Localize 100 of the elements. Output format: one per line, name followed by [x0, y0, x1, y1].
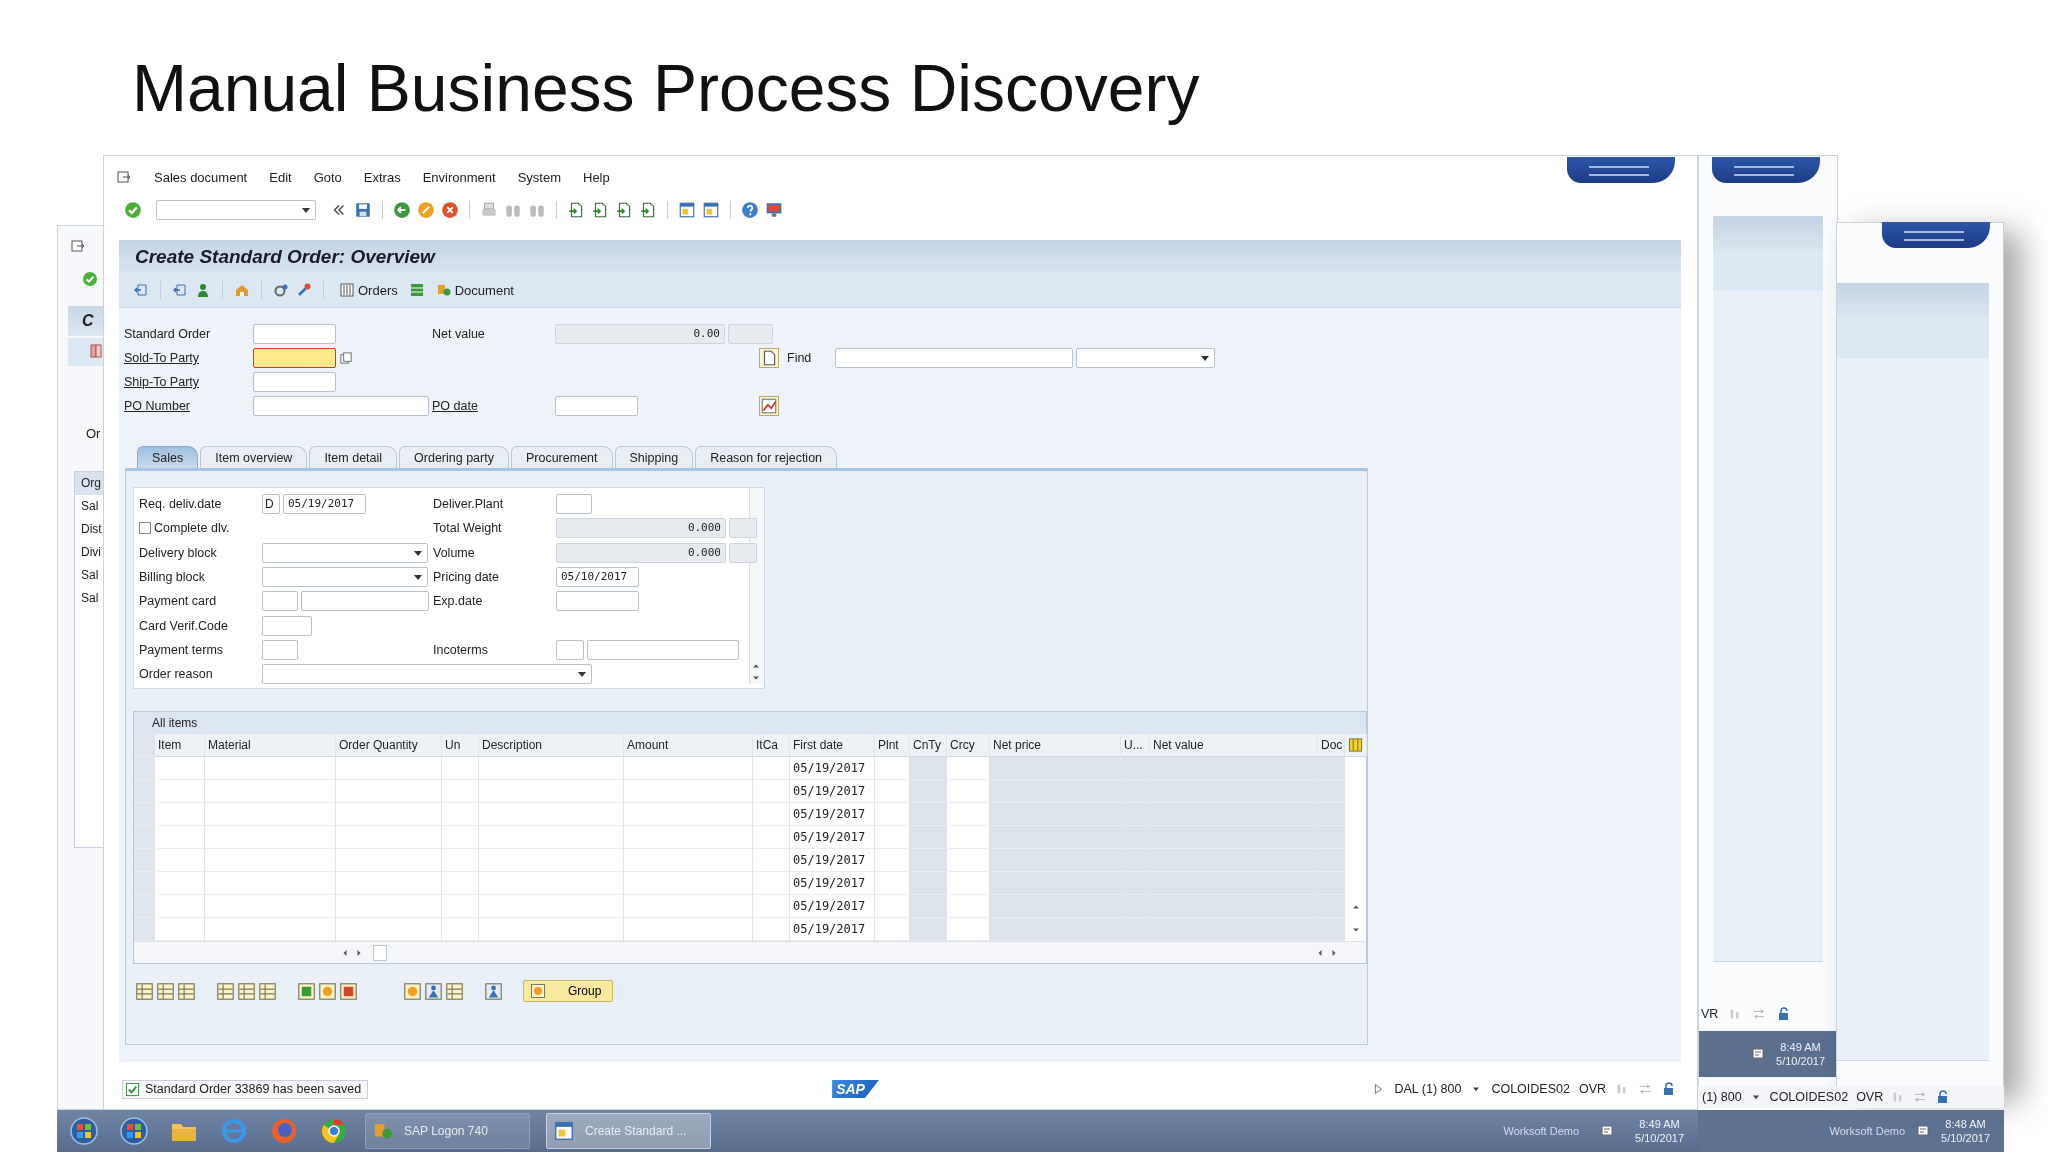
menu-item[interactable]: Environment: [422, 169, 496, 185]
column-header[interactable]: Net value: [1150, 734, 1318, 757]
orders-button[interactable]: Orders: [335, 280, 402, 300]
menu-icon[interactable]: [70, 238, 86, 254]
command-field[interactable]: [156, 200, 316, 220]
figure-icon[interactable]: [424, 981, 443, 1001]
column-header[interactable]: First date: [790, 734, 875, 757]
field-link[interactable]: Ship-To Party: [124, 375, 253, 389]
person-icon[interactable]: [195, 282, 211, 298]
column-header[interactable]: Plnt: [875, 734, 910, 757]
checkbox-label[interactable]: Complete dlv.: [154, 521, 230, 536]
tab[interactable]: Item overview: [200, 446, 308, 468]
menu-item[interactable]: System: [517, 169, 561, 185]
back-icon[interactable]: [393, 201, 411, 219]
checkbox[interactable]: [139, 522, 151, 535]
help-icon[interactable]: [741, 201, 759, 219]
window-icon[interactable]: [678, 201, 696, 219]
input-field[interactable]: [262, 639, 298, 660]
grid-icon[interactable]: [339, 981, 358, 1001]
input-field[interactable]: [587, 639, 739, 660]
windows-icon[interactable]: [119, 1116, 149, 1146]
input-field[interactable]: [262, 591, 298, 612]
copy-icon[interactable]: [339, 350, 354, 366]
input-field[interactable]: [555, 396, 638, 416]
field-link[interactable]: PO Number: [124, 399, 253, 413]
swap-icon[interactable]: [1913, 1090, 1928, 1104]
window-controls[interactable]: [1712, 157, 1820, 183]
dropdown-field[interactable]: [262, 664, 592, 685]
dropdown-field[interactable]: [262, 542, 428, 563]
document-button[interactable]: Document: [431, 280, 518, 300]
gears-icon[interactable]: [273, 282, 289, 298]
column-header[interactable]: CnTy: [910, 734, 947, 757]
input-field[interactable]: [556, 591, 639, 612]
grid-icon[interactable]: [258, 981, 277, 1001]
start-button[interactable]: [69, 1116, 99, 1146]
menu-item[interactable]: Edit: [269, 169, 292, 185]
system-selector[interactable]: (1) 800: [1702, 1090, 1742, 1104]
cancel-icon[interactable]: [441, 201, 459, 219]
browser-icon[interactable]: [319, 1116, 349, 1146]
grid-icon[interactable]: [445, 981, 464, 1001]
exit-icon[interactable]: [417, 201, 435, 219]
column-header[interactable]: Description: [479, 734, 624, 757]
input-field[interactable]: 05/10/2017: [556, 567, 639, 588]
column-header[interactable]: Doc: [1318, 734, 1345, 757]
menu-item[interactable]: Help: [583, 169, 610, 185]
list-item[interactable]: Dist: [75, 518, 106, 541]
input-field[interactable]: [253, 372, 336, 392]
page-arrow-icon[interactable]: [567, 201, 585, 219]
input-field[interactable]: [301, 591, 429, 612]
menu-item[interactable]: Sales document: [154, 169, 248, 185]
coin-icon[interactable]: [318, 981, 337, 1001]
page-arrow-icon[interactable]: [639, 201, 657, 219]
input-field[interactable]: [556, 494, 592, 515]
document-arrow-icon[interactable]: [172, 282, 188, 298]
list-item[interactable]: Sal: [75, 495, 106, 518]
menu-item[interactable]: Extras: [363, 169, 401, 185]
page-arrow-icon[interactable]: [615, 201, 633, 219]
grid-icon[interactable]: [135, 981, 154, 1001]
tab[interactable]: Procurement: [510, 446, 613, 468]
input-field[interactable]: D: [262, 494, 280, 515]
menu-item[interactable]: Goto: [313, 169, 342, 185]
field-link[interactable]: Sold-To Party: [124, 351, 253, 365]
column-header[interactable]: Order Quantity: [336, 734, 442, 757]
page-arrow-icon[interactable]: [591, 201, 609, 219]
group-button[interactable]: Group: [523, 980, 613, 1002]
dropdown-field[interactable]: [262, 567, 428, 588]
check-icon[interactable]: [82, 271, 98, 287]
document-arrow-icon[interactable]: [133, 282, 149, 298]
input-field[interactable]: [253, 348, 336, 368]
swap-icon[interactable]: [1638, 1082, 1652, 1096]
column-header[interactable]: Crcy: [947, 734, 990, 757]
grid-icon[interactable]: [156, 981, 175, 1001]
dropdown-field[interactable]: [1076, 348, 1215, 368]
column-settings-icon[interactable]: [1348, 737, 1363, 753]
swap-icon[interactable]: [1752, 1007, 1767, 1021]
column-header[interactable]: Un: [442, 734, 479, 757]
tab[interactable]: Item detail: [309, 446, 398, 468]
grid-icon[interactable]: [177, 981, 196, 1001]
system-selector[interactable]: DAL (1) 800: [1394, 1082, 1462, 1096]
column-header[interactable]: Net price: [990, 734, 1121, 757]
window-controls[interactable]: [1567, 157, 1675, 183]
menu-icon[interactable]: [116, 169, 132, 185]
grid-icon[interactable]: [237, 981, 256, 1001]
grid-icon[interactable]: [297, 981, 316, 1001]
scroll-thumb[interactable]: [373, 944, 387, 961]
coin-icon[interactable]: [403, 981, 422, 1001]
list-item[interactable]: Divi: [75, 541, 106, 564]
blank-page-icon[interactable]: [759, 348, 779, 368]
column-header[interactable]: Item: [155, 734, 205, 757]
figure-icon[interactable]: [484, 981, 503, 1001]
input-field[interactable]: [262, 615, 312, 636]
monitor-icon[interactable]: [765, 201, 783, 219]
house-icon[interactable]: [234, 282, 250, 298]
column-header[interactable]: ItCa: [753, 734, 790, 757]
list-item[interactable]: Sal: [75, 587, 106, 610]
save-icon[interactable]: [354, 201, 372, 219]
window-icon[interactable]: [702, 201, 720, 219]
window-controls[interactable]: [1882, 222, 1990, 248]
tab[interactable]: Ordering party: [399, 446, 509, 468]
check-icon[interactable]: [124, 201, 142, 219]
